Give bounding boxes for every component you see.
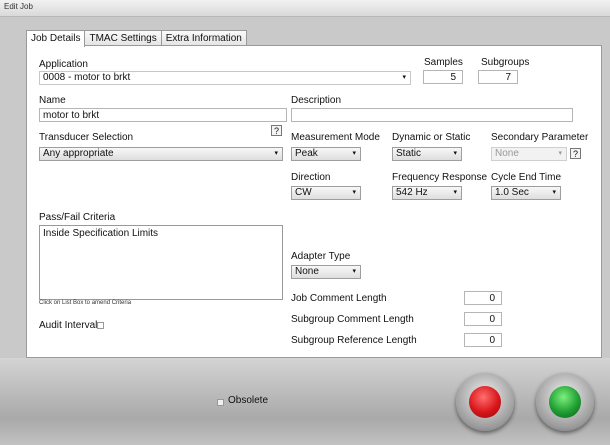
ok-button[interactable] bbox=[536, 373, 594, 431]
window-title: Edit Job bbox=[4, 2, 33, 11]
frequency-response-value: 542 Hz bbox=[396, 187, 428, 198]
description-field[interactable] bbox=[291, 108, 573, 122]
frequency-response-label: Frequency Response bbox=[392, 172, 488, 183]
subgroups-field[interactable]: 7 bbox=[478, 70, 518, 84]
transducer-select[interactable]: Any appropriate ▾ bbox=[39, 147, 283, 161]
dynamic-static-label: Dynamic or Static bbox=[392, 132, 471, 143]
transducer-help-button[interactable]: ? bbox=[271, 125, 282, 136]
application-value: 0008 - motor to brkt bbox=[43, 72, 131, 83]
description-label: Description bbox=[291, 95, 342, 106]
tab-strip: Job Details TMAC Settings Extra Informat… bbox=[26, 30, 247, 47]
secondary-parameter-label: Secondary Parameter bbox=[491, 132, 589, 143]
dynamic-static-value: Static bbox=[396, 148, 422, 159]
direction-value: CW bbox=[295, 187, 312, 198]
frequency-response-select[interactable]: 542 Hz ▾ bbox=[392, 186, 462, 200]
chevron-down-icon: ▾ bbox=[453, 150, 457, 157]
adapter-type-select[interactable]: None ▾ bbox=[291, 265, 361, 279]
subgroup-comment-length-field[interactable]: 0 bbox=[464, 312, 502, 326]
transducer-value: Any appropriate bbox=[43, 148, 114, 159]
cycle-end-time-label: Cycle End Time bbox=[491, 172, 562, 183]
job-comment-length-field[interactable]: 0 bbox=[464, 291, 502, 305]
dynamic-static-select[interactable]: Static ▾ bbox=[392, 147, 462, 161]
transducer-label: Transducer Selection bbox=[39, 132, 134, 143]
measurement-mode-select[interactable]: Peak ▾ bbox=[291, 147, 361, 161]
red-circle-icon bbox=[469, 386, 501, 418]
chevron-down-icon: ▾ bbox=[453, 189, 457, 196]
subgroup-reference-length-field[interactable]: 0 bbox=[464, 333, 502, 347]
title-bar: Edit Job bbox=[0, 0, 610, 17]
secondary-parameter-value: None bbox=[495, 148, 519, 159]
list-item[interactable]: Inside Specification Limits bbox=[43, 228, 279, 239]
direction-label: Direction bbox=[291, 172, 331, 183]
chevron-down-icon: ▾ bbox=[274, 150, 278, 157]
cycle-end-time-select[interactable]: 1.0 Sec ▾ bbox=[491, 186, 561, 200]
chevron-down-icon: ▾ bbox=[558, 150, 562, 157]
name-field[interactable]: motor to brkt bbox=[39, 108, 287, 122]
application-label: Application bbox=[39, 59, 88, 70]
adapter-type-label: Adapter Type bbox=[291, 251, 351, 262]
samples-label: Samples bbox=[424, 57, 463, 68]
chevron-down-icon: ▾ bbox=[352, 189, 356, 196]
secondary-parameter-select[interactable]: None ▾ bbox=[491, 147, 567, 161]
name-label: Name bbox=[39, 95, 66, 106]
pass-fail-hint: Click on List Box to amend Criteria bbox=[39, 300, 132, 306]
subgroup-comment-length-label: Subgroup Comment Length bbox=[291, 314, 414, 325]
subgroup-reference-length-label: Subgroup Reference Length bbox=[291, 335, 417, 346]
cancel-button[interactable] bbox=[456, 373, 514, 431]
secondary-parameter-help-button[interactable]: ? bbox=[570, 148, 581, 159]
cycle-end-time-value: 1.0 Sec bbox=[495, 187, 529, 198]
samples-field[interactable]: 5 bbox=[423, 70, 463, 84]
application-select[interactable]: 0008 - motor to brkt ▾ bbox=[39, 71, 411, 85]
pass-fail-listbox[interactable]: Inside Specification Limits bbox=[39, 225, 283, 300]
adapter-type-value: None bbox=[295, 266, 319, 277]
obsolete-checkbox[interactable] bbox=[217, 399, 224, 406]
tab-job-details[interactable]: Job Details bbox=[26, 30, 86, 47]
audit-interval-checkbox[interactable] bbox=[97, 322, 104, 329]
chevron-down-icon: ▾ bbox=[352, 150, 356, 157]
job-details-panel: Application 0008 - motor to brkt ▾ Sampl… bbox=[26, 45, 602, 358]
subgroups-label: Subgroups bbox=[481, 57, 530, 68]
tab-extra-information[interactable]: Extra Information bbox=[160, 30, 247, 46]
green-circle-icon bbox=[549, 386, 581, 418]
obsolete-label: Obsolete bbox=[228, 395, 269, 406]
tab-tmac-settings[interactable]: TMAC Settings bbox=[84, 30, 162, 46]
pass-fail-label: Pass/Fail Criteria bbox=[39, 212, 116, 223]
direction-select[interactable]: CW ▾ bbox=[291, 186, 361, 200]
measurement-mode-value: Peak bbox=[295, 148, 318, 159]
audit-interval-label: Audit Interval bbox=[39, 320, 98, 331]
measurement-mode-label: Measurement Mode bbox=[291, 132, 380, 143]
chevron-down-icon: ▾ bbox=[402, 74, 406, 81]
chevron-down-icon: ▾ bbox=[352, 268, 356, 275]
job-comment-length-label: Job Comment Length bbox=[291, 293, 387, 304]
chevron-down-icon: ▾ bbox=[552, 189, 556, 196]
bottom-bar: Obsolete bbox=[0, 358, 610, 445]
